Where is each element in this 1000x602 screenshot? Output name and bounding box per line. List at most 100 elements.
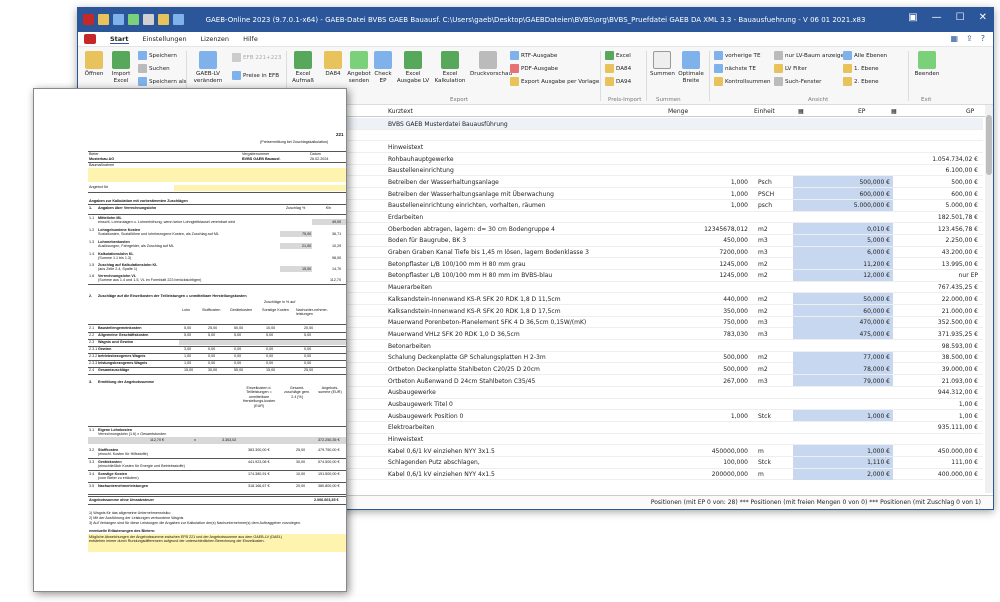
sec2-row-nr: 2.3.2	[89, 354, 98, 358]
row-gp: 767.435,25 €	[937, 284, 978, 292]
rtf-button[interactable]: RTF-Ausgabe	[510, 51, 557, 60]
excel-lv-icon	[404, 51, 422, 69]
row-1-2-value: 36,71	[332, 232, 342, 236]
template-export-button[interactable]: Export Ausgabe per Vorlage	[510, 77, 599, 86]
excel-export-lv-button[interactable]: Excel Ausgabe LV	[396, 51, 430, 84]
vertical-scrollbar[interactable]	[985, 105, 993, 493]
row-einheit: m2	[758, 272, 768, 280]
tab-lizenzen[interactable]: Lizenzen	[201, 35, 230, 43]
col-ep[interactable]: EP	[858, 108, 865, 115]
footnote-2: 2) Mit der Ausführung der Leistungen ver…	[89, 516, 184, 520]
sums-button[interactable]: Summen	[650, 51, 675, 78]
sec2-cell: 0,00	[266, 347, 274, 351]
row-gp: 123.456,78 €	[937, 225, 978, 233]
gaeb-lv-button[interactable]: GAEB-LV verändern	[190, 51, 226, 84]
calc-icon[interactable]: ▦	[798, 108, 804, 115]
sec2-cell: 10,00	[266, 326, 276, 330]
excel-aufmass-button[interactable]: Excel Aufmaß	[290, 51, 316, 84]
ribbon-display-icon[interactable]: ▣	[908, 12, 917, 23]
row-gp: 1,00 €	[958, 412, 978, 420]
form-subtitle: (Preisermittlung bei Zuschlagskalkulatio…	[260, 140, 329, 144]
width-icon	[682, 51, 700, 69]
search-window-button[interactable]: Such-Fenster	[774, 77, 821, 86]
row-ep[interactable]	[793, 141, 893, 152]
search-button[interactable]: Suchen	[138, 64, 170, 73]
row-einheit: psch	[758, 202, 773, 210]
row-kurztext: Kalksandstein-Innenwand KS-R SFK 20 RDK …	[388, 295, 561, 303]
tab-start[interactable]: Start	[110, 35, 129, 44]
da84-button[interactable]: DA84	[322, 51, 344, 78]
menu-bar: Start Einstellungen Lizenzen Hilfe ▦ ⇪ ?	[78, 32, 993, 47]
calculator-icon[interactable]: ▦	[950, 34, 958, 43]
prev-te-button[interactable]: vorherige TE	[714, 51, 761, 60]
arrow-down-icon	[714, 64, 723, 73]
row-menge: 1,000	[730, 202, 748, 210]
row-kurztext: Betonpflaster L/B 100/100 mm H 80 mm gra…	[388, 260, 526, 268]
sec3-row-zuschlag: 30,00	[296, 460, 306, 464]
row-menge: 1,000	[730, 190, 748, 198]
exit-button[interactable]: Beenden	[914, 51, 940, 78]
control-sums-button[interactable]: Kontrollsummen	[714, 77, 771, 86]
minimize-button[interactable]: —	[932, 12, 942, 23]
row-gp: 2.250,00 €	[945, 237, 978, 245]
row-kurztext: Mauerarbeiten	[388, 284, 432, 292]
optimal-width-button[interactable]: Optimale Breite	[678, 51, 704, 84]
price-import-da94[interactable]: DA94	[605, 77, 631, 86]
maximize-button[interactable]: ☐	[956, 12, 965, 23]
col-menge[interactable]: Menge	[668, 108, 688, 115]
row-ep[interactable]	[793, 118, 893, 129]
scroll-thumb[interactable]	[986, 115, 992, 175]
level-2-button[interactable]: 2. Ebene	[843, 77, 879, 86]
lv-tree-only-button[interactable]: nur LV-Baum anzeigen	[774, 51, 847, 60]
col-nu: Nachunter-nehmer-leistungen	[296, 308, 328, 317]
tab-hilfe[interactable]: Hilfe	[243, 35, 258, 43]
sec3-row-kosten: 318.166,67 €	[248, 484, 270, 488]
sec3-row-value: 574.500,00 €	[318, 460, 340, 464]
next-te-button[interactable]: nächste TE	[714, 64, 756, 73]
row-menge: 7200,000	[719, 249, 748, 257]
efb-button[interactable]: EFB 221+223	[232, 53, 281, 62]
sec2-cell: 0,00	[304, 354, 312, 358]
level-1-icon	[843, 64, 852, 73]
sec2-cell: 0,00	[234, 361, 242, 365]
col-kurztext[interactable]: Kurztext	[388, 108, 413, 115]
row-kurztext: Schalung Deckenplatte GP Schalungsplatte…	[388, 354, 546, 362]
col-gp[interactable]: GP	[966, 108, 974, 115]
sec1-eh: €/h	[326, 206, 332, 210]
print-preview-button[interactable]: Druckvorschau	[470, 51, 512, 78]
check-ep-button[interactable]: Check EP	[374, 51, 392, 84]
group-sums-label: Summen	[656, 97, 681, 103]
lv-filter-button[interactable]: LV Filter	[774, 64, 807, 73]
offer-send-button[interactable]: Angebot senden	[346, 51, 372, 84]
col-einheit[interactable]: Einheit	[754, 108, 775, 115]
pdf-button[interactable]: PDF-Ausgabe	[510, 64, 558, 73]
grid-icon[interactable]: ▦	[891, 108, 897, 115]
export-icon[interactable]: ⇪	[966, 34, 973, 43]
price-import-da84[interactable]: DA84	[605, 64, 631, 73]
sec2-row-nr: 2.2	[89, 333, 95, 337]
price-import-excel[interactable]: Excel	[605, 51, 631, 60]
all-levels-button[interactable]: Alle Ebenen	[843, 51, 887, 60]
close-button[interactable]: ✕	[979, 12, 987, 23]
sec2-cell: 5,00	[184, 333, 192, 337]
sec2-cell: 5,00	[184, 326, 192, 330]
arrow-up-icon	[714, 51, 723, 60]
sec2-cell: 3,00	[184, 347, 192, 351]
tab-einstellungen[interactable]: Einstellungen	[143, 35, 187, 43]
sec2-cell: 1,00	[184, 361, 192, 365]
row-ep[interactable]	[793, 130, 893, 141]
help-icon[interactable]: ?	[981, 34, 985, 43]
da94-small-icon	[605, 77, 614, 86]
save-button[interactable]: Speichern	[138, 51, 177, 60]
app-menu-icon[interactable]	[84, 34, 96, 44]
open-button[interactable]: Öffnen	[82, 51, 106, 78]
level-1-button[interactable]: 1. Ebene	[843, 64, 879, 73]
excel-calc-button[interactable]: Excel Kalkulation	[433, 51, 467, 84]
prices-efb-button[interactable]: Preise in EFB	[232, 71, 279, 80]
save-as-button[interactable]: Speichern als	[138, 77, 187, 86]
row-ep[interactable]	[793, 434, 893, 445]
sec3-row-desc: (einschl. Kosten für Hilfsstoffe)	[98, 452, 148, 456]
row-kurztext: Erdarbeiten	[388, 214, 424, 221]
import-excel-button[interactable]: Import Excel	[108, 51, 134, 84]
row-gp: nur EP	[958, 272, 978, 280]
